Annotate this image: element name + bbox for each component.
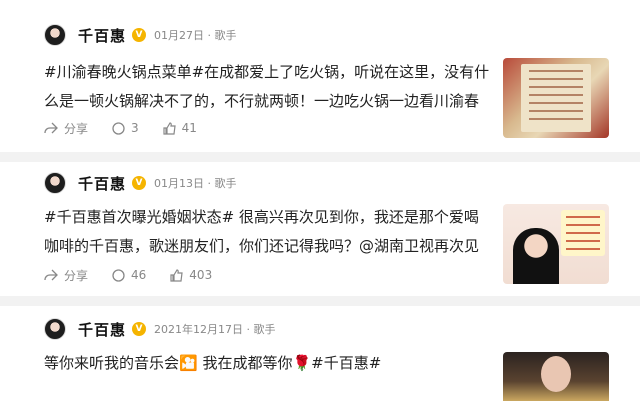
post-text-line: 等你来听我的音乐会🎦 我在成都等你🌹#千百惠# (44, 354, 382, 372)
like-icon (163, 121, 176, 135)
like-icon (170, 268, 183, 282)
share-label: 分享 (64, 121, 89, 136)
comment-button[interactable]: 3 (112, 121, 139, 135)
comment-icon (112, 121, 125, 135)
post-text-line: #川渝春晚火锅点菜单#在成都爱上了吃火锅，听说在这里，没有什 (44, 63, 490, 81)
post-2: 千百惠 V 01月13日 · 歌手 #千百惠首次曝光婚姻状态# 很高兴再次见到你… (0, 162, 640, 302)
post-3: 千百惠 V 2021年12月17日 · 歌手 等你来听我的音乐会🎦 我在成都等你… (0, 306, 640, 401)
like-button[interactable]: 403 (170, 268, 212, 282)
comment-count: 46 (131, 268, 147, 282)
post-meta: 2021年12月17日 · 歌手 (154, 323, 276, 336)
author-name[interactable]: 千百惠 (78, 173, 126, 194)
post-actions: 分享 46 403 (44, 265, 236, 285)
avatar[interactable] (44, 318, 66, 340)
share-button[interactable]: 分享 (44, 267, 88, 284)
post-text[interactable]: #川渝春晚火锅点菜单#在成都爱上了吃火锅，听说在这里，没有什 么是一顿火锅解决不… (44, 58, 489, 116)
verified-badge-icon: V (132, 176, 147, 190)
post-actions: 分享 3 41 (44, 118, 221, 138)
author-name[interactable]: 千百惠 (78, 25, 126, 46)
post-meta: 01月27日 · 歌手 (154, 29, 237, 42)
share-icon (44, 269, 58, 281)
comment-count: 3 (131, 121, 139, 135)
post-image[interactable] (503, 352, 609, 401)
post-text[interactable]: #千百惠首次曝光婚姻状态# 很高兴再次见到你，我还是那个爱喝 咖啡的千百惠，歌迷… (44, 203, 479, 261)
post-header: 千百惠 V 2021年12月17日 · 歌手 (44, 314, 276, 344)
menu-paper-image (521, 64, 591, 132)
like-button[interactable]: 41 (163, 121, 197, 135)
verified-badge-icon: V (132, 322, 147, 336)
post-divider (0, 296, 640, 306)
post-meta: 01月13日 · 歌手 (154, 177, 237, 190)
post-image[interactable] (503, 58, 609, 138)
post-text-line: 咖啡的千百惠，歌迷朋友们，你们还记得我吗？@湖南卫视再次见 (44, 237, 480, 255)
comment-icon (112, 268, 125, 282)
comment-button[interactable]: 46 (112, 268, 146, 282)
post-header: 千百惠 V 01月27日 · 歌手 (44, 20, 237, 50)
portrait-image (513, 228, 559, 284)
verified-badge-icon: V (132, 28, 147, 42)
share-label: 分享 (64, 268, 89, 283)
post-1: 千百惠 V 01月27日 · 歌手 #川渝春晚火锅点菜单#在成都爱上了吃火锅，听… (0, 0, 640, 150)
post-text[interactable]: 等你来听我的音乐会🎦 我在成都等你🌹#千百惠# (44, 349, 381, 378)
post-divider (0, 152, 640, 162)
author-name[interactable]: 千百惠 (78, 319, 126, 340)
like-count: 403 (189, 268, 213, 282)
post-text-line: 么是一顿火锅解决不了的，不行就两顿！一边吃火锅一边看川渝春 (44, 92, 480, 110)
avatar[interactable] (44, 172, 66, 194)
avatar[interactable] (44, 24, 66, 46)
post-text-line: #千百惠首次曝光婚姻状态# 很高兴再次见到你，我还是那个爱喝 (44, 208, 479, 226)
share-button[interactable]: 分享 (44, 120, 88, 137)
portrait-image (541, 356, 571, 392)
share-icon (44, 122, 58, 134)
post-image[interactable] (503, 204, 609, 284)
card-image (561, 210, 605, 256)
post-header: 千百惠 V 01月13日 · 歌手 (44, 168, 237, 198)
like-count: 41 (181, 121, 197, 135)
